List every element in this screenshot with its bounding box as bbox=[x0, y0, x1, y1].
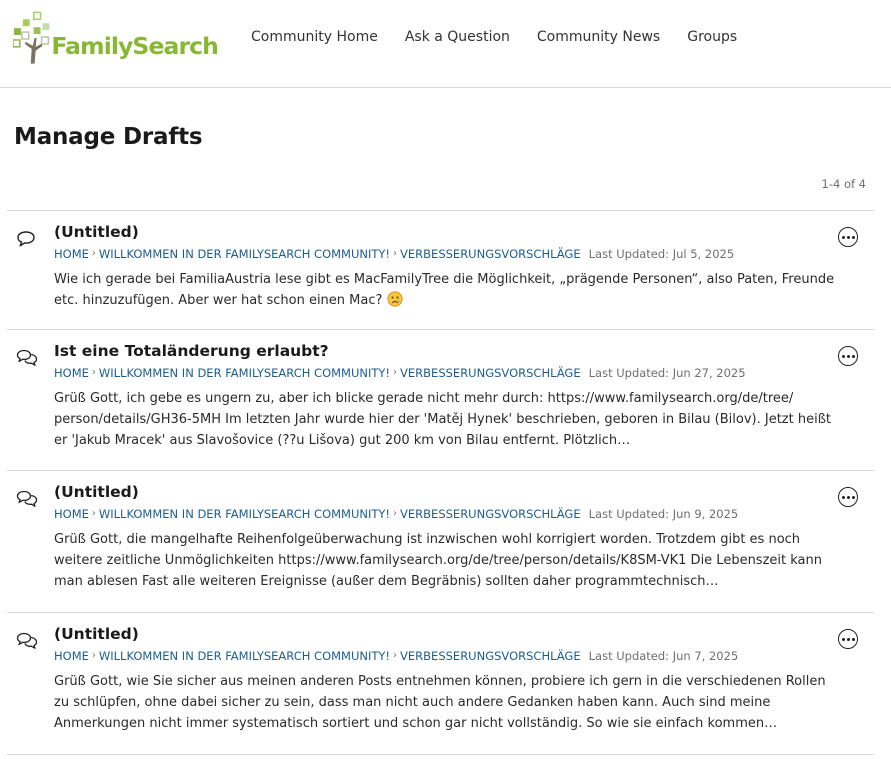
main-nav: Community Home Ask a Question Community … bbox=[251, 29, 764, 45]
breadcrumb: Home › Willkommen in der FamilySearch Co… bbox=[54, 648, 840, 664]
single-comment-icon bbox=[16, 230, 36, 248]
breadcrumb: Home › Willkommen in der FamilySearch Co… bbox=[54, 246, 840, 262]
nav-groups[interactable]: Groups bbox=[687, 29, 737, 45]
dot bbox=[841, 495, 845, 499]
breadcrumb-home[interactable]: Home bbox=[54, 365, 89, 381]
discussion-icon bbox=[16, 490, 38, 508]
more-options-button[interactable] bbox=[838, 346, 858, 366]
more-options-button[interactable] bbox=[838, 227, 858, 247]
chevron-right-icon: › bbox=[91, 367, 96, 378]
draft-title[interactable]: (Untitled) bbox=[54, 482, 840, 502]
draft-item: Ist eine Totaländerung erlaubt? Home › W… bbox=[7, 330, 874, 471]
breadcrumb-subcategory[interactable]: Verbesserungsvorschläge bbox=[400, 365, 581, 381]
dot bbox=[841, 235, 845, 239]
breadcrumb-home[interactable]: Home bbox=[54, 506, 89, 522]
excerpt-text: Wie ich gerade bei FamiliaAustria lese g… bbox=[54, 272, 835, 308]
draft-excerpt: Wie ich gerade bei FamiliaAustria lese g… bbox=[54, 269, 840, 328]
draft-excerpt: Grüß Gott, die mangelhafte Reihenfolgeüb… bbox=[54, 532, 822, 589]
chevron-right-icon: › bbox=[91, 248, 96, 259]
chevron-right-icon: › bbox=[393, 367, 398, 378]
dot bbox=[846, 495, 850, 499]
logo-text: FamilySearch bbox=[51, 31, 219, 60]
chevron-right-icon: › bbox=[393, 508, 398, 519]
last-updated: Last Updated: Jun 7, 2025 bbox=[588, 649, 739, 663]
dot bbox=[851, 354, 855, 358]
breadcrumb-category[interactable]: Willkommen in der FamilySearch Community… bbox=[99, 506, 390, 522]
breadcrumb-category[interactable]: Willkommen in der FamilySearch Community… bbox=[99, 246, 390, 262]
chevron-right-icon: › bbox=[91, 508, 96, 519]
dot bbox=[851, 495, 855, 499]
last-updated: Last Updated: Jun 9, 2025 bbox=[588, 507, 739, 521]
last-updated: Last Updated: Jun 27, 2025 bbox=[588, 366, 746, 380]
breadcrumb-category[interactable]: Willkommen in der FamilySearch Community… bbox=[99, 365, 390, 381]
drafts-list: (Untitled) Home › Willkommen in der Fami… bbox=[7, 210, 874, 755]
familysearch-logo[interactable]: FamilySearch bbox=[13, 11, 219, 65]
dot bbox=[846, 235, 850, 239]
last-updated: Last Updated: Jul 5, 2025 bbox=[588, 247, 735, 261]
discussion-icon bbox=[16, 349, 38, 367]
dot bbox=[841, 637, 845, 641]
discussion-icon bbox=[16, 632, 38, 650]
draft-excerpt: Grüß Gott, wie Sie sicher aus meinen and… bbox=[54, 674, 826, 731]
chevron-right-icon: › bbox=[393, 248, 398, 259]
breadcrumb-subcategory[interactable]: Verbesserungsvorschläge bbox=[400, 506, 581, 522]
sad-face-emoji-icon bbox=[386, 291, 403, 307]
nav-community-news[interactable]: Community News bbox=[537, 29, 660, 45]
breadcrumb-home[interactable]: Home bbox=[54, 246, 89, 262]
page-title: Manage Drafts bbox=[14, 124, 203, 150]
chevron-right-icon: › bbox=[393, 650, 398, 661]
dot bbox=[846, 354, 850, 358]
chevron-right-icon: › bbox=[91, 650, 96, 661]
breadcrumb-category[interactable]: Willkommen in der FamilySearch Community… bbox=[99, 648, 390, 664]
breadcrumb: Home › Willkommen in der FamilySearch Co… bbox=[54, 506, 840, 522]
draft-item: (Untitled) Home › Willkommen in der Fami… bbox=[7, 613, 874, 755]
dot bbox=[851, 235, 855, 239]
more-options-button[interactable] bbox=[838, 629, 858, 649]
breadcrumb-subcategory[interactable]: Verbesserungsvorschläge bbox=[400, 648, 581, 664]
result-count: 1-4 of 4 bbox=[821, 177, 867, 191]
draft-excerpt: Grüß Gott, ich gebe es ungern zu, aber i… bbox=[54, 391, 831, 448]
draft-title[interactable]: Ist eine Totaländerung erlaubt? bbox=[54, 341, 840, 361]
nav-community-home[interactable]: Community Home bbox=[251, 29, 378, 45]
draft-item: (Untitled) Home › Willkommen in der Fami… bbox=[7, 471, 874, 613]
breadcrumb: Home › Willkommen in der FamilySearch Co… bbox=[54, 365, 840, 381]
dot bbox=[851, 637, 855, 641]
draft-title[interactable]: (Untitled) bbox=[54, 624, 840, 644]
site-header: FamilySearch Community Home Ask a Questi… bbox=[0, 0, 891, 88]
dot bbox=[846, 637, 850, 641]
breadcrumb-home[interactable]: Home bbox=[54, 648, 89, 664]
more-options-button[interactable] bbox=[838, 487, 858, 507]
draft-title[interactable]: (Untitled) bbox=[54, 222, 840, 242]
breadcrumb-subcategory[interactable]: Verbesserungsvorschläge bbox=[400, 246, 581, 262]
family-tree-logo-icon bbox=[13, 11, 50, 64]
draft-item: (Untitled) Home › Willkommen in der Fami… bbox=[7, 211, 874, 330]
nav-ask-a-question[interactable]: Ask a Question bbox=[405, 29, 510, 45]
dot bbox=[841, 354, 845, 358]
